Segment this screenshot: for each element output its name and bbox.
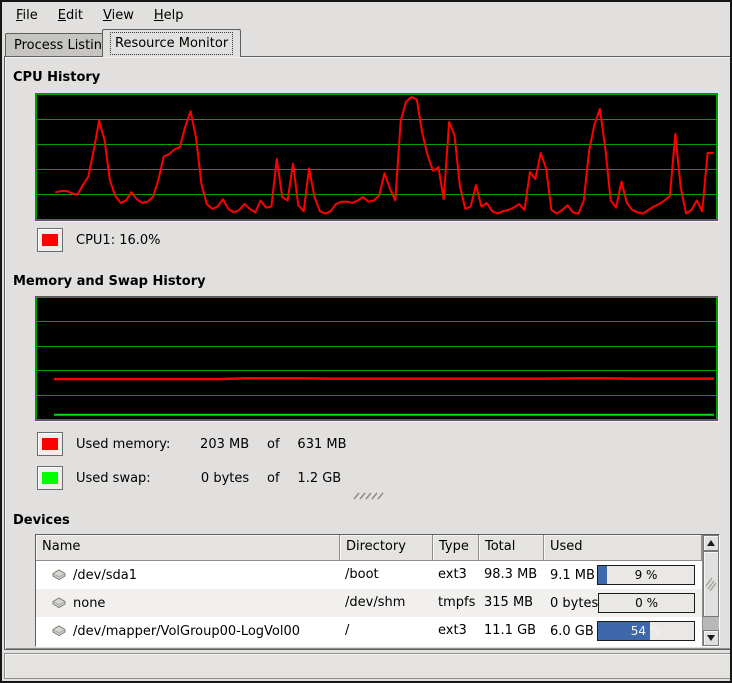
device-used: 0 bytes (550, 596, 598, 611)
memory-of-text: of (253, 437, 293, 452)
device-used: 6.0 GB (550, 624, 594, 639)
swap-of-text: of (253, 471, 293, 486)
arrow-up-icon (707, 540, 715, 546)
swap-total-value: 1.2 GB (297, 471, 341, 486)
device-row[interactable]: /dev/sda1 /boot ext3 98.3 MB 9.1 MB 9 % (36, 561, 702, 589)
disk-icon (51, 568, 67, 582)
memory-graph-border (37, 298, 717, 420)
system-monitor-window: File Edit View Help Process Listing Reso… (0, 0, 732, 683)
memory-series-line (54, 378, 714, 379)
device-name: /dev/mapper/VolGroup00-LogVol00 (73, 624, 300, 639)
tab-resource-monitor[interactable]: Resource Monitor (102, 29, 241, 57)
device-total: 98.3 MB (479, 561, 544, 589)
device-directory: /boot (340, 561, 433, 589)
swap-legend: Used swap: 0 bytes of 1.2 GB (37, 466, 341, 490)
column-header-total[interactable]: Total (479, 535, 544, 561)
column-header-type[interactable]: Type (433, 535, 479, 561)
menu-view[interactable]: View (93, 5, 144, 26)
menu-help[interactable]: Help (144, 5, 194, 26)
disk-icon (51, 624, 67, 638)
pane-resize-grip[interactable] (352, 490, 386, 500)
device-type: ext3 (433, 617, 479, 645)
memory-total-value: 631 MB (297, 437, 346, 452)
devices-title: Devices (13, 513, 70, 528)
device-type: tmpfs (433, 589, 479, 617)
device-used: 9.1 MB (550, 568, 595, 583)
device-row[interactable]: none /dev/shm tmpfs 315 MB 0 bytes 0 % (36, 589, 702, 617)
scroll-down-button[interactable] (703, 630, 719, 646)
cpu-legend-label: CPU1: 16.0% (76, 233, 161, 248)
cpu-color-button[interactable] (37, 228, 63, 252)
usage-bar: 0 % (598, 593, 695, 613)
column-header-used[interactable]: Used (544, 535, 702, 561)
disk-icon (51, 596, 67, 610)
thumb-grip-icon (705, 577, 717, 591)
menu-file[interactable]: File (6, 5, 48, 26)
memory-color-chip (42, 438, 58, 450)
memory-history-title: Memory and Swap History (13, 274, 206, 289)
device-name: none (73, 596, 105, 611)
memory-used-value: 203 MB (183, 437, 249, 452)
devices-table-body: /dev/sda1 /boot ext3 98.3 MB 9.1 MB 9 % … (36, 561, 702, 645)
cpu-history-svg (36, 94, 717, 220)
memory-color-button[interactable] (37, 432, 63, 456)
status-bar (4, 653, 732, 679)
device-total: 315 MB (479, 589, 544, 617)
usage-bar-label: 54 % (598, 622, 694, 640)
device-directory: /dev/shm (340, 589, 433, 617)
scrollbar-track[interactable] (703, 617, 719, 630)
device-type: ext3 (433, 561, 479, 589)
menu-edit[interactable]: Edit (48, 5, 93, 26)
swap-used-value: 0 bytes (183, 471, 249, 486)
usage-bar: 9 % (597, 565, 695, 585)
column-header-name[interactable]: Name (36, 535, 340, 561)
tab-resource-monitor-label: Resource Monitor (111, 33, 232, 54)
device-name: /dev/sda1 (73, 568, 137, 583)
scroll-up-button[interactable] (703, 535, 719, 551)
swap-color-chip (42, 472, 58, 484)
scrollbar-thumb[interactable] (703, 551, 719, 617)
devices-scrollbar[interactable] (702, 535, 719, 646)
arrow-down-icon (707, 635, 715, 641)
column-header-directory[interactable]: Directory (340, 535, 433, 561)
cpu-history-title: CPU History (13, 70, 100, 85)
cpu-color-chip (42, 234, 58, 246)
device-total: 11.1 GB (479, 617, 544, 645)
tab-strip: Process Listing Resource Monitor (4, 28, 728, 57)
swap-color-button[interactable] (37, 466, 63, 490)
device-row[interactable]: /dev/mapper/VolGroup00-LogVol00 / ext3 1… (36, 617, 702, 645)
usage-bar: 54 % (597, 621, 695, 641)
grip-slashes-icon (352, 491, 386, 501)
devices-table-header: Name Directory Type Total Used (36, 535, 702, 561)
device-directory: / (340, 617, 433, 645)
memory-legend-label: Used memory: (76, 437, 179, 452)
usage-bar-label: 0 % (599, 594, 694, 612)
usage-bar-label: 9 % (598, 566, 694, 584)
resource-monitor-page: CPU History CPU1: 16.0% Memory and Swap … (4, 56, 732, 650)
cpu-legend: CPU1: 16.0% (37, 228, 161, 252)
memory-legend: Used memory: 203 MB of 631 MB (37, 432, 347, 456)
memory-history-graph (35, 296, 718, 421)
cpu-history-graph (35, 93, 718, 221)
devices-table: Name Directory Type Total Used /dev/sda1… (35, 534, 720, 647)
swap-legend-label: Used swap: (76, 471, 179, 486)
menubar: File Edit View Help (2, 2, 730, 28)
tab-process-listing-label: Process Listing (14, 38, 110, 53)
memory-history-svg (36, 297, 717, 420)
